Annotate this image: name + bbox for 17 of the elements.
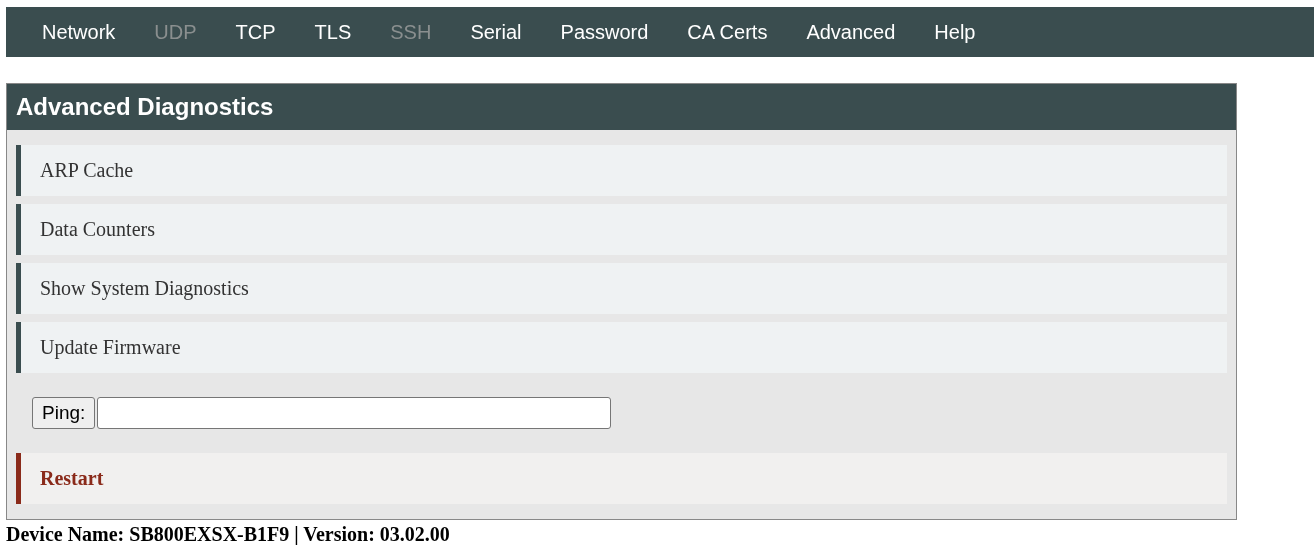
menu-item[interactable]: Update Firmware [16, 322, 1227, 373]
panel-title: Advanced Diagnostics [7, 84, 1236, 130]
nav-link[interactable]: TCP [235, 20, 296, 44]
menu-item[interactable]: Show System Diagnostics [16, 263, 1227, 314]
nav-link[interactable]: Serial [470, 20, 542, 44]
menu-item[interactable]: ARP Cache [16, 145, 1227, 196]
menu-item[interactable]: Data Counters [16, 204, 1227, 255]
ping-button[interactable]: Ping: [32, 397, 96, 429]
restart-item[interactable]: Restart [16, 453, 1227, 504]
nav-link[interactable]: Help [934, 20, 995, 44]
nav-link[interactable]: Password [560, 20, 668, 44]
ping-field[interactable] [97, 397, 612, 429]
nav-link[interactable]: TLS [314, 20, 371, 44]
device-info: Device Name: SB800EXSX-B1F9 | Version: 03.02.00 [6, 523, 451, 545]
nav-link[interactable]: Advanced [806, 20, 915, 44]
nav-link[interactable]: Network [42, 20, 135, 44]
nav-link[interactable]: CA Certs [687, 20, 787, 44]
